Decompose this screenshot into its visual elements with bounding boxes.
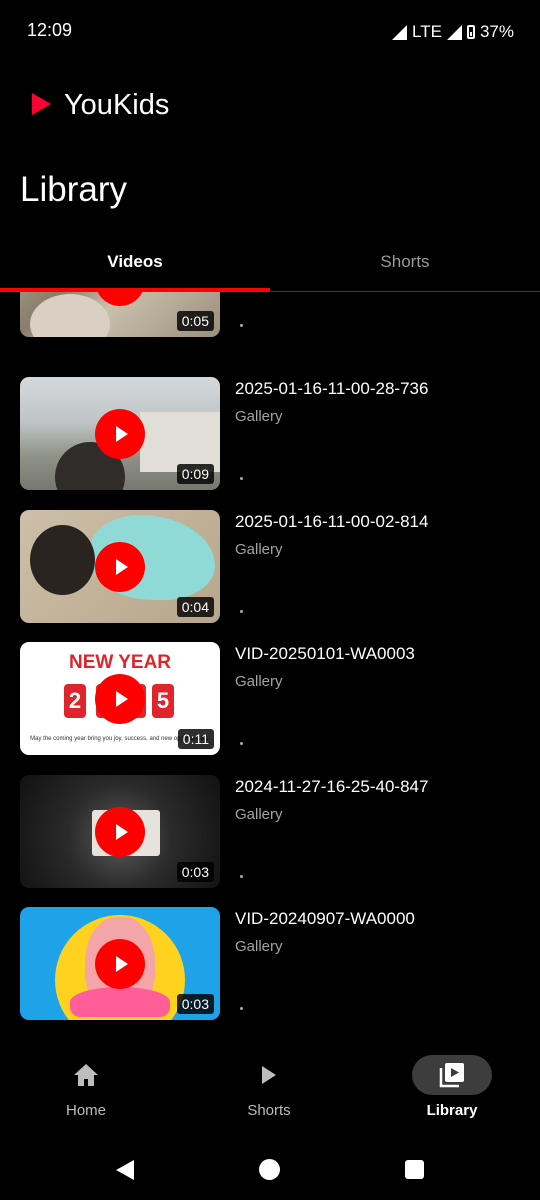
more-dot-icon (240, 324, 243, 327)
play-icon (262, 1066, 276, 1084)
tab-videos[interactable]: Videos (0, 238, 270, 290)
play-icon[interactable] (95, 807, 145, 857)
video-item[interactable]: NEW YEAR 2 0 2 5 May the coming year bri… (0, 642, 540, 755)
video-title[interactable]: VID-20240907-WA0000 (235, 909, 415, 929)
tab-bar: Videos Shorts (0, 238, 540, 292)
video-thumbnail[interactable]: 0:05 (20, 292, 220, 337)
nav-home-label: Home (65, 1102, 106, 1119)
video-thumbnail[interactable]: NEW YEAR 2 0 2 5 May the coming year bri… (20, 642, 220, 755)
nav-shorts[interactable]: Shorts (179, 1040, 359, 1132)
app-title: YouKids (64, 89, 170, 121)
more-dot-icon (240, 610, 243, 613)
tab-shorts[interactable]: Shorts (270, 238, 540, 290)
video-item[interactable]: 0:03 2024-11-27-16-25-40-847 Gallery (0, 775, 540, 888)
video-source: Gallery (235, 938, 283, 955)
home-icon (74, 1064, 98, 1086)
status-time: 12:09 (27, 20, 73, 40)
video-title[interactable]: 2025-01-16-11-00-28-736 (235, 379, 428, 399)
video-thumbnail[interactable]: 0:03 (20, 907, 220, 1020)
thumbnail-digit: 5 (152, 684, 174, 718)
network-label: LTE (412, 22, 442, 41)
nav-library[interactable]: Library (362, 1040, 540, 1132)
status-icons: LTE 37% (392, 20, 514, 44)
duration-badge: 0:09 (176, 464, 214, 484)
play-triangle-icon (32, 93, 51, 115)
nav-home[interactable]: Home (0, 1040, 176, 1132)
video-item[interactable]: 0:05 (0, 292, 540, 337)
wifi-signal-icon (392, 24, 408, 40)
video-item[interactable]: 0:03 VID-20240907-WA0000 Gallery (0, 907, 540, 1020)
thumbnail-heading: NEW YEAR (68, 652, 172, 673)
video-thumbnail[interactable]: 0:03 (20, 775, 220, 888)
status-bar: 12:09 LTE 37% (0, 0, 540, 62)
battery-icon (466, 25, 475, 39)
video-title[interactable]: VID-20250101-WA0003 (235, 644, 415, 664)
duration-badge: 0:03 (176, 862, 214, 882)
duration-badge: 0:03 (176, 994, 214, 1014)
video-library-icon (439, 1063, 464, 1088)
more-dot-icon (240, 1007, 243, 1010)
page-title: Library (20, 170, 127, 209)
back-icon[interactable] (116, 1160, 134, 1180)
video-title[interactable]: 2025-01-16-11-00-02-814 (235, 512, 428, 532)
home-circle-icon[interactable] (259, 1159, 280, 1180)
video-item[interactable]: 0:09 2025-01-16-11-00-28-736 Gallery (0, 377, 540, 490)
system-navigation (0, 1140, 540, 1200)
video-list[interactable]: 0:05 0:09 2025-01-16-11-00-28-736 Galler… (0, 292, 540, 1030)
play-icon[interactable] (95, 674, 145, 724)
duration-badge: 0:04 (176, 597, 214, 617)
bottom-navigation: Home Shorts Library (0, 1040, 540, 1132)
video-title[interactable]: 2024-11-27-16-25-40-847 (235, 777, 428, 797)
nav-library-label: Library (426, 1102, 478, 1119)
video-item[interactable]: 0:04 2025-01-16-11-00-02-814 Gallery (0, 510, 540, 623)
play-icon[interactable] (95, 409, 145, 459)
video-source: Gallery (235, 408, 283, 425)
recents-icon[interactable] (405, 1160, 424, 1179)
video-source: Gallery (235, 673, 283, 690)
video-source: Gallery (235, 806, 283, 823)
battery-percent: 37% (479, 22, 514, 41)
more-dot-icon (240, 875, 243, 878)
duration-badge: 0:05 (176, 311, 214, 331)
cell-signal-icon (446, 24, 462, 40)
video-source: Gallery (235, 541, 283, 558)
duration-badge: 0:11 (177, 729, 214, 749)
thumbnail-digit: 2 (64, 684, 86, 718)
play-icon[interactable] (95, 939, 145, 989)
more-dot-icon (240, 477, 243, 480)
video-thumbnail[interactable]: 0:09 (20, 377, 220, 490)
video-thumbnail[interactable]: 0:04 (20, 510, 220, 623)
play-icon[interactable] (95, 542, 145, 592)
more-dot-icon (240, 742, 243, 745)
nav-shorts-label: Shorts (247, 1102, 291, 1119)
